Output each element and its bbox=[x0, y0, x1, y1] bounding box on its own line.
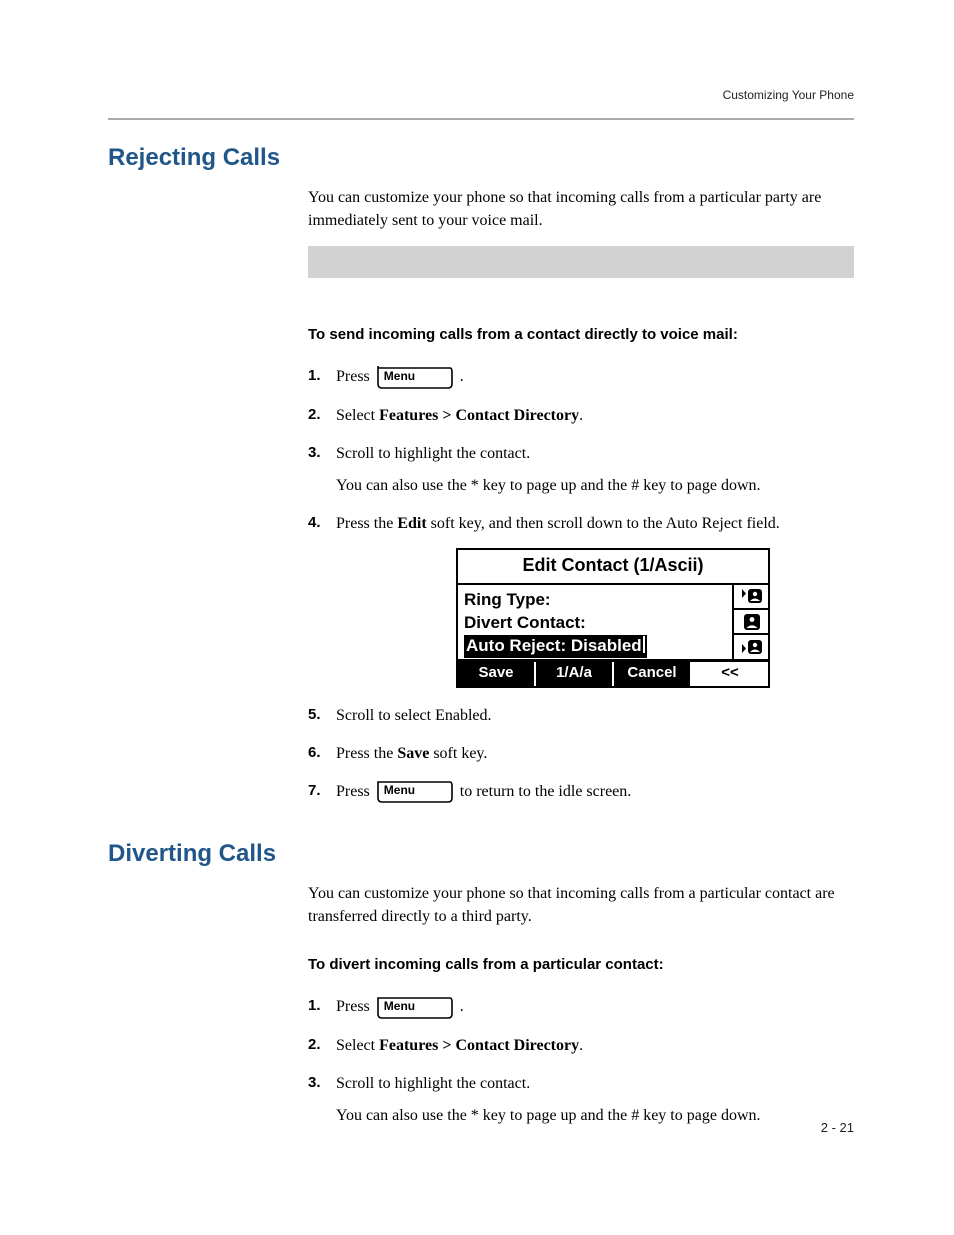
menu-key-label: Menu bbox=[384, 366, 415, 386]
step-6: Press the Save soft key. bbox=[308, 742, 854, 766]
lcd-row-autoreject-text: Auto Reject: Disabled bbox=[466, 636, 642, 655]
page: Customizing Your Phone Rejecting Calls Y… bbox=[0, 0, 954, 1235]
note-placeholder-band bbox=[308, 246, 854, 278]
step-5: Scroll to select Enabled. bbox=[308, 704, 854, 728]
lcd-title: Edit Contact (1/Ascii) bbox=[458, 550, 768, 585]
s2-step3-note: You can also use the * key to page up an… bbox=[336, 1104, 854, 1128]
menu-key-label-2: Menu bbox=[384, 780, 415, 800]
lcd-body: Ring Type: Divert Contact: Auto Reject: … bbox=[458, 585, 768, 659]
s2-step2-bold: Features > Contact Directory bbox=[379, 1037, 579, 1054]
step2-post: . bbox=[579, 407, 583, 424]
header-rule bbox=[108, 118, 854, 120]
header-breadcrumb: Customizing Your Phone bbox=[723, 88, 854, 102]
step4-pre: Press the bbox=[336, 515, 397, 532]
lcd-side-down bbox=[734, 635, 768, 658]
menu-key-icon: Menu bbox=[376, 366, 454, 390]
step1-text-pre: Press bbox=[336, 368, 374, 385]
step4-post: soft key, and then scroll down to the Au… bbox=[427, 515, 780, 532]
step-2: Select Features > Contact Directory. bbox=[308, 404, 854, 428]
step2-bold: Features > Contact Directory bbox=[379, 407, 579, 424]
lcd-row-autoreject: Auto Reject: Disabled bbox=[464, 635, 647, 658]
arrow-down-contact-icon bbox=[737, 636, 765, 658]
section1-body: You can customize your phone so that inc… bbox=[308, 186, 854, 804]
step6-bold: Save bbox=[397, 745, 429, 762]
lcd-side-mid bbox=[734, 610, 768, 635]
s2-step-3: Scroll to highlight the contact. You can… bbox=[308, 1072, 854, 1128]
softkey-mode: 1/A/a bbox=[536, 662, 614, 686]
menu-key-icon-2: Menu bbox=[376, 780, 454, 804]
step3-note: You can also use the * key to page up an… bbox=[336, 474, 854, 498]
lcd-row-autoreject-wrap: Auto Reject: Disabled bbox=[464, 635, 726, 659]
s2-step1-post: . bbox=[460, 998, 464, 1015]
section-title-rejecting: Rejecting Calls bbox=[108, 144, 854, 172]
section2-body: You can customize your phone so that inc… bbox=[308, 882, 854, 1128]
lcd-side-icons bbox=[732, 585, 768, 659]
lcd-cursor bbox=[643, 636, 645, 653]
step6-post: soft key. bbox=[429, 745, 487, 762]
s2-step-1: Press Menu . bbox=[308, 995, 854, 1019]
menu-key-label-3: Menu bbox=[384, 996, 415, 1016]
lcd-main: Ring Type: Divert Contact: Auto Reject: … bbox=[458, 585, 732, 659]
softkey-save: Save bbox=[458, 662, 536, 686]
section2-steps: Press Menu . Select Features > Contact D… bbox=[308, 995, 854, 1127]
s2-step2-pre: Select bbox=[336, 1037, 379, 1054]
step7-post: to return to the idle screen. bbox=[460, 783, 632, 800]
lcd-row-ringtype: Ring Type: bbox=[464, 589, 726, 612]
menu-key-icon-3: Menu bbox=[376, 996, 454, 1020]
step4-bold: Edit bbox=[397, 515, 426, 532]
step2-pre: Select bbox=[336, 407, 379, 424]
softkey-cancel: Cancel bbox=[614, 662, 692, 686]
s2-step-2: Select Features > Contact Directory. bbox=[308, 1034, 854, 1058]
s2-step3-text: Scroll to highlight the contact. bbox=[336, 1075, 530, 1092]
contact-icon bbox=[737, 611, 765, 633]
softkey-back: << bbox=[692, 662, 768, 686]
section1-intro: You can customize your phone so that inc… bbox=[308, 186, 854, 232]
s2-step1-pre: Press bbox=[336, 998, 374, 1015]
section1-subhead: To send incoming calls from a contact di… bbox=[308, 326, 854, 343]
section-title-diverting: Diverting Calls bbox=[108, 840, 854, 868]
lcd-side-up bbox=[734, 585, 768, 610]
section1-steps: Press Menu . Select Features > Contact D… bbox=[308, 365, 854, 804]
step1-text-post: . bbox=[460, 368, 464, 385]
step5-text: Scroll to select Enabled. bbox=[336, 707, 492, 724]
section2-subhead: To divert incoming calls from a particul… bbox=[308, 956, 854, 973]
s2-step2-post: . bbox=[579, 1037, 583, 1054]
phone-lcd-figure: Edit Contact (1/Ascii) Ring Type: Divert… bbox=[456, 548, 770, 688]
step3-text: Scroll to highlight the contact. bbox=[336, 445, 530, 462]
step-7: Press Menu to return to the idle screen. bbox=[308, 780, 854, 804]
step-1: Press Menu . bbox=[308, 365, 854, 389]
step-4: Press the Edit soft key, and then scroll… bbox=[308, 512, 854, 688]
arrow-up-contact-icon bbox=[737, 585, 765, 607]
page-number: 2 - 21 bbox=[821, 1120, 854, 1135]
lcd-row-divert: Divert Contact: bbox=[464, 612, 726, 635]
step-3: Scroll to highlight the contact. You can… bbox=[308, 442, 854, 498]
lcd-softkeys: Save 1/A/a Cancel << bbox=[458, 659, 768, 686]
step7-pre: Press bbox=[336, 783, 374, 800]
step6-pre: Press the bbox=[336, 745, 397, 762]
section2-intro: You can customize your phone so that inc… bbox=[308, 882, 854, 928]
